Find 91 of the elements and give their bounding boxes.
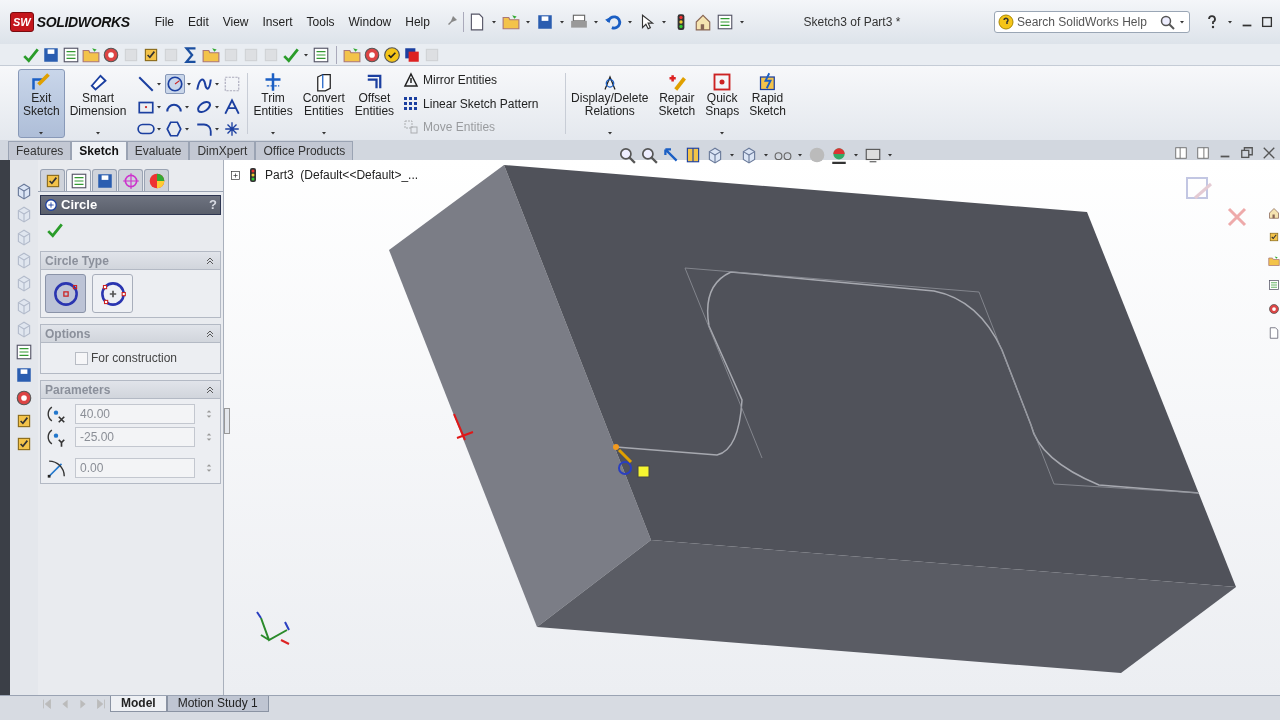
exit-sketch-icon [31,72,52,92]
open-folder-icon[interactable] [501,13,520,31]
close-icon[interactable] [1262,146,1276,160]
caret-icon [37,129,46,137]
circle-type-button[interactable] [92,274,133,313]
menu-item[interactable]: Tools [299,11,342,33]
ribbon-list-item[interactable]: Linear Sketch Pattern [403,94,556,113]
feature-tree-item[interactable]: Part3 (Default<<Default>_... [265,166,419,184]
ribbon-list-item[interactable]: Mirror Entities [403,71,556,89]
ribbon-button[interactable]: Exit Sketch [18,69,65,138]
view-tab[interactable]: Motion Study 1 [166,696,269,712]
point-icon[interactable] [223,119,242,138]
window-title: Sketch3 of Part3 * [802,14,902,31]
search-field[interactable]: Search SolidWorks Help [994,11,1190,33]
save-icon[interactable] [535,13,554,31]
menu-item[interactable]: Window [341,11,399,33]
checkbox-label: For construction [91,350,178,367]
zoom-area-icon[interactable] [640,146,658,164]
properties-icon[interactable] [69,171,88,190]
ribbon-button[interactable]: Quick Snaps [700,69,745,138]
axis-triad-icon [256,611,290,645]
maximize-icon[interactable] [1260,15,1274,29]
configuration-icon[interactable] [95,171,114,190]
ribbon-button[interactable]: Rapid Sketch [744,69,791,138]
document-icon[interactable] [1268,324,1280,342]
menu-item[interactable]: Insert [255,11,300,33]
sketch-origin [453,413,474,441]
print-icon[interactable] [569,13,588,31]
undo-icon[interactable] [603,13,622,31]
text-icon[interactable] [223,97,242,116]
approve-icon[interactable] [383,45,401,64]
restore-icon[interactable] [1240,146,1254,160]
section-title: Parameters [45,381,111,399]
menu-item[interactable]: View [215,11,256,33]
ok-check-icon[interactable] [46,221,64,239]
zoom-fit-icon[interactable] [618,146,636,164]
polygon-icon[interactable] [165,119,184,138]
view-tab[interactable]: Model [110,696,167,712]
ribbon-button[interactable]: Display/Delete Relations [566,69,654,138]
color-wheel-icon[interactable] [147,171,166,190]
house-icon[interactable] [693,13,712,31]
caret-icon [605,129,614,137]
caret-icon [269,129,278,137]
snap-icon [712,72,733,92]
move-icon [403,119,420,135]
menu-item[interactable]: Help [398,11,437,33]
monitor-icon[interactable] [864,146,882,164]
lightning-icon [757,72,778,92]
cancel-icon [1227,207,1247,227]
section-view-icon[interactable] [684,146,702,164]
tile-right-icon[interactable] [1196,146,1210,160]
ribbon-button[interactable]: Repair Sketch [653,69,701,138]
help-button[interactable]: ? [209,195,217,215]
help-icon [998,14,1014,30]
caret-icon [94,129,103,137]
menu-item[interactable]: Edit [181,11,216,33]
crosshair-icon[interactable] [121,171,140,190]
ribbon-tab[interactable]: Sketch [71,141,127,160]
trim-icon [263,72,284,92]
ribbon-button[interactable]: Trim Entities [248,69,298,138]
logo-badge: SW [10,11,34,33]
radius-icon [45,457,67,479]
list-icon[interactable] [715,13,734,31]
expand-icon[interactable] [230,169,241,181]
cube-icon[interactable] [15,182,33,200]
dot-grid-icon [403,95,420,112]
cursor-icon [613,444,650,478]
menu-item[interactable]: File [147,11,182,33]
tile-left-icon[interactable] [1174,146,1188,160]
confirmation-corner-icon [1186,177,1212,200]
search-icon [1159,14,1175,30]
ribbon-tab[interactable]: Features [8,141,72,160]
table-icon[interactable] [312,45,330,64]
circle-type-button[interactable] [45,274,86,313]
ribbon-button[interactable]: Offset Entities [349,69,400,138]
stop-icon[interactable] [403,45,421,64]
ribbon-button[interactable]: Smart Dimension [64,69,132,138]
section-title: Options [45,325,91,343]
previous-view-icon[interactable] [662,146,680,164]
panel-title: Circle [61,196,98,215]
ribbon-button[interactable]: Convert Entities [297,69,350,138]
caret-icon [319,129,328,137]
panel-handle[interactable] [224,408,230,434]
ribbon-tab[interactable]: Office Products [255,141,354,160]
mirror-icon [403,72,420,88]
ribbon-tab[interactable]: Evaluate [126,141,190,160]
caret-icon [718,129,727,137]
app-name: SOLIDWORKS [36,12,130,32]
section-title: Circle Type [45,252,109,270]
checkbox[interactable] [75,351,88,365]
ribbon-tab[interactable]: DimXpert [189,141,256,160]
